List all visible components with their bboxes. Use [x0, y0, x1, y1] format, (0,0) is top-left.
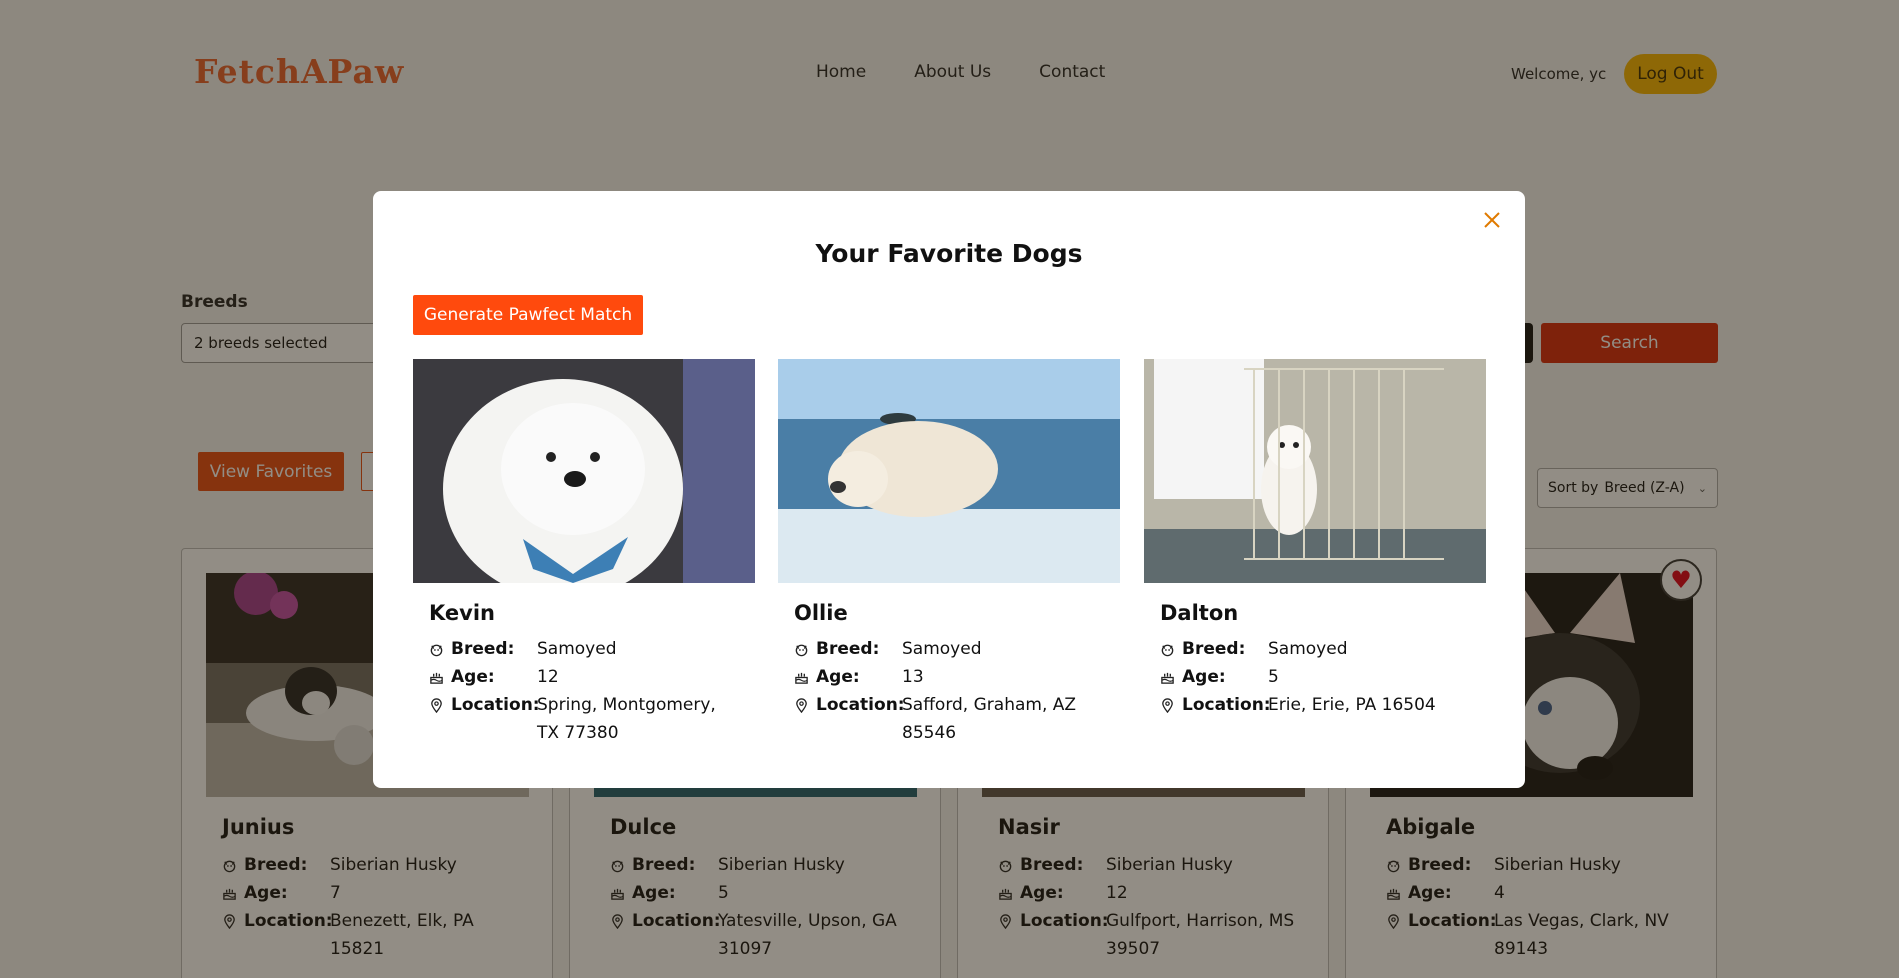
- breed-label: Breed:: [1182, 639, 1246, 659]
- favorite-dog-card[interactable]: Dalton Breed: Samoyed Age: 5 Location: Erie…: [1144, 359, 1486, 719]
- location-label: Location:: [1182, 695, 1271, 715]
- dog-photo: [778, 359, 1120, 583]
- breed-label: Breed:: [816, 639, 880, 659]
- dog-face-icon: [794, 635, 816, 663]
- location-pin-icon: [794, 691, 816, 719]
- cake-icon: [1160, 663, 1182, 691]
- cake-icon: [794, 663, 816, 691]
- cake-icon: [429, 663, 451, 691]
- location-value: Safford, Graham, AZ 85546: [902, 695, 1077, 743]
- location-value: Erie, Erie, PA 16504: [1268, 695, 1436, 715]
- dog-name: Kevin: [429, 601, 495, 625]
- age-value: 13: [902, 667, 924, 687]
- location-value: Spring, Montgomery, TX 77380: [537, 695, 716, 743]
- location-pin-icon: [429, 691, 451, 719]
- favorite-dog-card[interactable]: Ollie Breed: Samoyed Age: 13 Location: Saff…: [778, 359, 1120, 747]
- age-label: Age:: [1182, 667, 1226, 687]
- location-label: Location:: [451, 695, 540, 715]
- breed-label: Breed:: [451, 639, 515, 659]
- dog-name: Ollie: [794, 601, 848, 625]
- dog-name: Dalton: [1160, 601, 1239, 625]
- location-label: Location:: [816, 695, 905, 715]
- age-label: Age:: [816, 667, 860, 687]
- location-pin-icon: [1160, 691, 1182, 719]
- dog-photo: [1144, 359, 1486, 583]
- dog-photo: [413, 359, 755, 583]
- favorite-dog-card[interactable]: Kevin Breed: Samoyed Age: 12 Location: Spri…: [413, 359, 755, 747]
- generate-match-button[interactable]: Generate Pawfect Match: [413, 295, 643, 335]
- breed-value: Samoyed: [902, 639, 982, 659]
- dog-face-icon: [429, 635, 451, 663]
- age-value: 5: [1268, 667, 1279, 687]
- age-value: 12: [537, 667, 559, 687]
- dog-face-icon: [1160, 635, 1182, 663]
- age-label: Age:: [451, 667, 495, 687]
- breed-value: Samoyed: [537, 639, 617, 659]
- breed-value: Samoyed: [1268, 639, 1348, 659]
- modal-title: Your Favorite Dogs: [815, 239, 1083, 268]
- close-icon[interactable]: [1479, 207, 1505, 233]
- favorites-modal: Your Favorite Dogs Generate Pawfect Matc…: [373, 191, 1525, 788]
